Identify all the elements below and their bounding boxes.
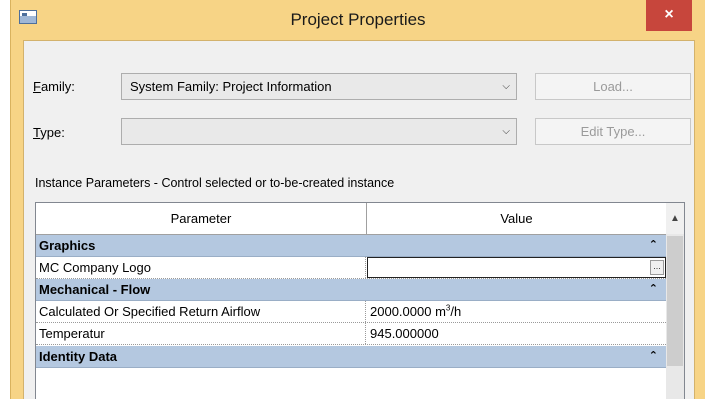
browse-ellipsis-button[interactable]: ... bbox=[650, 260, 664, 275]
group-mechanical-flow[interactable]: Mechanical - Flow ⌃ bbox=[36, 279, 666, 301]
close-button[interactable]: × bbox=[646, 0, 692, 31]
row-mc-company-logo[interactable]: MC Company Logo ... bbox=[36, 257, 666, 279]
close-icon: × bbox=[664, 6, 674, 23]
group-graphics[interactable]: Graphics ⌃ bbox=[36, 235, 666, 257]
grid-scrollbar[interactable]: ▲ bbox=[666, 203, 684, 399]
type-dropdown[interactable]: ⌵ bbox=[121, 118, 517, 145]
collapse-icon[interactable]: ⌃ bbox=[649, 235, 658, 256]
instance-parameters-label: Instance Parameters - Control selected o… bbox=[35, 176, 395, 190]
family-label: Family: bbox=[33, 79, 75, 94]
group-label: Mechanical - Flow bbox=[39, 282, 151, 297]
project-properties-window: Project Properties × Family: System Fami… bbox=[10, 0, 705, 399]
value-column-header[interactable]: Value bbox=[367, 203, 666, 234]
load-button[interactable]: Load... bbox=[535, 73, 691, 100]
chevron-down-icon: ⌵ bbox=[502, 81, 510, 92]
family-dropdown[interactable]: System Family: Project Information ⌵ bbox=[121, 73, 517, 100]
chevron-down-icon: ⌵ bbox=[502, 126, 510, 137]
mc-company-logo-input[interactable]: ... bbox=[367, 257, 666, 278]
param-name: MC Company Logo bbox=[36, 257, 366, 278]
group-label: Graphics bbox=[39, 238, 96, 253]
param-value[interactable]: 945.000000 bbox=[367, 323, 666, 344]
scroll-up-icon[interactable]: ▲ bbox=[666, 203, 684, 234]
scroll-thumb[interactable] bbox=[667, 236, 683, 366]
param-name: Calculated Or Specified Return Airflow bbox=[36, 301, 366, 322]
group-identity-data[interactable]: Identity Data ⌃ bbox=[36, 346, 666, 368]
row-return-airflow[interactable]: Calculated Or Specified Return Airflow 2… bbox=[36, 301, 666, 323]
title-bar[interactable]: Project Properties × bbox=[11, 0, 705, 40]
type-label: Type: bbox=[33, 125, 65, 140]
param-name: Temperatur bbox=[36, 323, 366, 344]
param-value[interactable]: 2000.0000 m3/h bbox=[367, 301, 666, 322]
parameter-column-header[interactable]: Parameter bbox=[36, 203, 367, 234]
row-temperatur[interactable]: Temperatur 945.000000 bbox=[36, 323, 666, 345]
family-dropdown-value: System Family: Project Information bbox=[130, 79, 332, 94]
grid-header: Parameter Value bbox=[36, 203, 666, 235]
collapse-icon[interactable]: ⌃ bbox=[649, 279, 658, 300]
dialog-client-area: Family: System Family: Project Informati… bbox=[23, 40, 695, 399]
group-label: Identity Data bbox=[39, 349, 118, 364]
properties-grid: Parameter Value Graphics ⌃ MC Company Lo… bbox=[35, 202, 685, 399]
window-title: Project Properties bbox=[290, 10, 426, 29]
collapse-icon[interactable]: ⌃ bbox=[649, 346, 658, 367]
edit-type-button[interactable]: Edit Type... bbox=[535, 118, 691, 145]
